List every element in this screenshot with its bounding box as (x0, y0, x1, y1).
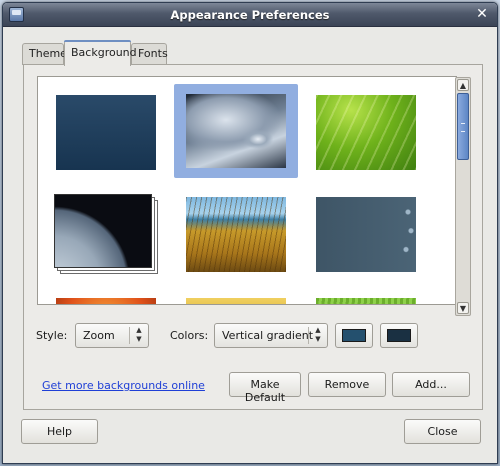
tab-theme[interactable]: Theme (22, 43, 67, 65)
wallpaper-image (56, 95, 156, 170)
title-bar[interactable]: Appearance Preferences ✕ (3, 3, 497, 27)
wallpaper-thumbnail[interactable] (186, 197, 286, 272)
updown-arrows-icon: ▲ ▼ (315, 326, 321, 343)
style-combo-value: Zoom (83, 329, 115, 342)
appearance-preferences-window: Appearance Preferences ✕ Theme Backgroun… (2, 2, 498, 464)
wallpaper-thumbnail[interactable] (186, 298, 286, 304)
window-title: Appearance Preferences (170, 8, 330, 22)
wallpaper-thumbnail-selected[interactable] (174, 84, 298, 178)
wallpaper-image (56, 298, 156, 304)
wallpaper-image (316, 95, 416, 170)
colors-label: Colors: (170, 329, 209, 342)
add-button[interactable]: Add... (392, 372, 470, 397)
secondary-color-swatch (387, 329, 411, 342)
close-icon[interactable]: ✕ (474, 6, 490, 22)
gallery-scrollbar[interactable]: ▲ ▼ (455, 77, 471, 316)
wallpaper-thumbnail[interactable] (56, 95, 156, 170)
primary-color-button[interactable] (335, 323, 373, 348)
wallpaper-thumbnail[interactable] (316, 197, 416, 272)
colors-combo[interactable]: Vertical gradient ▲ ▼ (214, 323, 328, 348)
updown-arrows-icon: ▲ ▼ (136, 326, 142, 343)
remove-button[interactable]: Remove (308, 372, 386, 397)
wallpaper-thumbnail[interactable] (56, 298, 156, 304)
more-backgrounds-link[interactable]: Get more backgrounds online (42, 379, 205, 392)
wallpaper-gallery (37, 76, 457, 305)
wallpaper-thumbnail[interactable] (316, 298, 416, 304)
wallpaper-image (316, 298, 416, 304)
primary-color-swatch (342, 329, 366, 342)
wallpaper-image (54, 194, 152, 268)
wallpaper-image (186, 298, 286, 304)
combo-separator (129, 327, 130, 344)
scroll-up-icon[interactable]: ▲ (457, 79, 469, 91)
wallpaper-thumbnail-slideshow[interactable] (54, 194, 158, 274)
scroll-down-icon[interactable]: ▼ (457, 302, 469, 314)
make-default-button[interactable]: Make Default (229, 372, 301, 404)
style-label: Style: (36, 329, 68, 342)
wallpaper-image (316, 197, 416, 272)
wallpaper-image (186, 94, 286, 168)
tab-background[interactable]: Background (64, 40, 137, 66)
background-panel: ▲ ▼ Style: Zoom ▲ ▼ Colors: Vertical grad… (23, 64, 483, 410)
combo-separator (308, 327, 309, 344)
style-combo[interactable]: Zoom ▲ ▼ (75, 323, 149, 348)
help-button[interactable]: Help (21, 419, 98, 444)
close-button[interactable]: Close (404, 419, 481, 444)
wallpaper-thumbnail[interactable] (316, 95, 416, 170)
colors-combo-value: Vertical gradient (222, 329, 314, 342)
scrollbar-thumb[interactable] (457, 93, 469, 160)
secondary-color-button[interactable] (380, 323, 418, 348)
wallpaper-image (186, 197, 286, 272)
